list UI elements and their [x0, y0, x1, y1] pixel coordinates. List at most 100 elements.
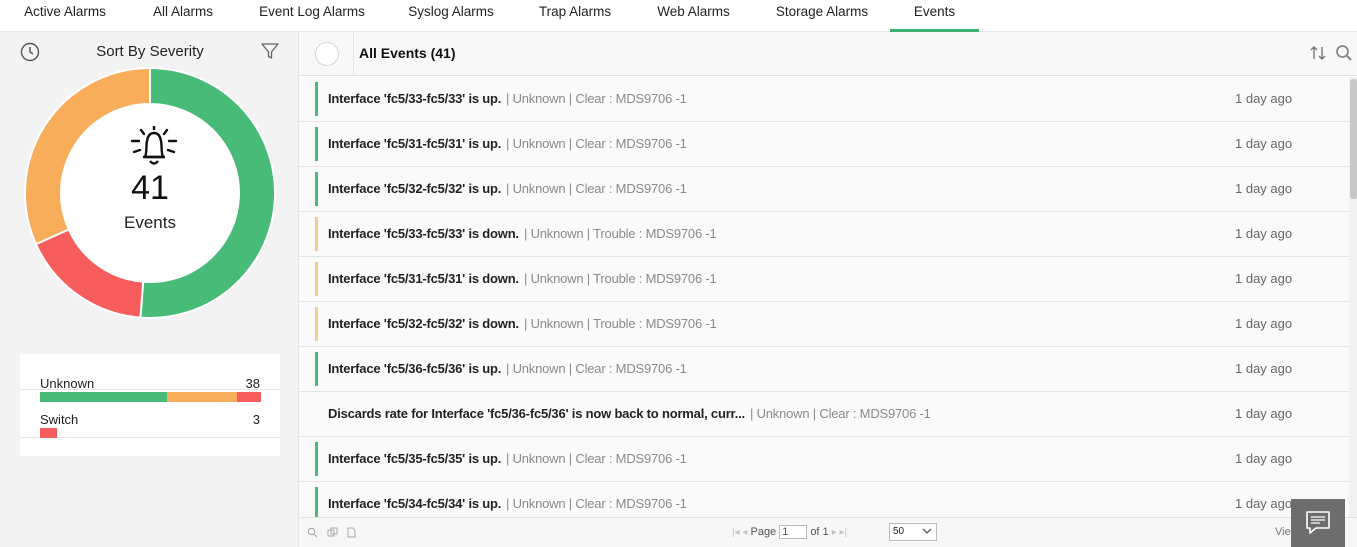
tab-syslog-alarms[interactable]: Syslog Alarms [407, 0, 495, 32]
event-meta: | Unknown | Clear : MDS9706 -1 [750, 406, 931, 421]
severity-indicator [315, 397, 318, 431]
category-count: 38 [245, 376, 260, 391]
event-message[interactable]: Interface 'fc5/33-fc5/33' is down. [328, 226, 519, 241]
event-meta: | Unknown | Clear : MDS9706 -1 [506, 496, 687, 511]
category-severity-list: Unknown 38 Switch 3 [20, 354, 280, 456]
tab-active-alarms[interactable]: Active Alarms [22, 0, 108, 32]
event-meta: | Unknown | Clear : MDS9706 -1 [506, 91, 687, 106]
event-message[interactable]: Interface 'fc5/36-fc5/36' is up. [328, 361, 501, 376]
event-row[interactable]: Interface 'fc5/32-fc5/32' is down. | Unkn… [299, 302, 1349, 347]
severity-indicator [315, 217, 318, 251]
copy-icon[interactable] [327, 527, 338, 538]
bar-segment-clear [40, 392, 167, 402]
event-time: 1 day ago [1235, 91, 1293, 106]
search-small-icon[interactable] [307, 527, 318, 538]
event-message[interactable]: Interface 'fc5/32-fc5/32' is up. [328, 181, 501, 196]
event-row[interactable]: Discards rate for Interface 'fc5/36-fc5/… [299, 392, 1349, 437]
pager: |◂ ◂ Page 1 of 1 ▸ ▸| [732, 525, 847, 539]
severity-indicator [315, 442, 318, 476]
sort-icon[interactable] [1309, 44, 1327, 62]
tab-events[interactable]: Events [890, 0, 979, 32]
clock-icon[interactable] [20, 42, 40, 62]
next-last-arrows[interactable]: ▸ ▸| [832, 527, 847, 538]
sort-by-severity-title[interactable]: Sort By Severity [60, 43, 240, 60]
events-header: All Events (41) [299, 32, 1357, 76]
event-meta: | Unknown | Trouble : MDS9706 -1 [524, 226, 717, 241]
chat-icon [1306, 511, 1330, 534]
event-row[interactable]: Interface 'fc5/36-fc5/36' is up. | Unknow… [299, 347, 1349, 392]
event-time: 1 day ago [1235, 361, 1293, 376]
severity-summary-panel: Sort By Severity 41 Events Unknown 38 Sw… [0, 32, 298, 547]
event-time: 1 day ago [1235, 406, 1293, 421]
category-name: Unknown [40, 376, 95, 391]
bar-segment-critical [40, 428, 57, 438]
severity-donut-chart [24, 67, 276, 319]
severity-indicator [315, 352, 318, 386]
event-row[interactable]: Interface 'fc5/32-fc5/32' is up. | Unknow… [299, 167, 1349, 212]
tab-storage-alarms[interactable]: Storage Alarms [775, 0, 869, 32]
category-row-unknown[interactable]: Unknown 38 [20, 354, 280, 402]
chat-button[interactable] [1291, 499, 1345, 547]
severity-indicator [315, 82, 318, 116]
event-time: 1 day ago [1235, 496, 1293, 511]
event-row[interactable]: Interface 'fc5/31-fc5/31' is down. | Unkn… [299, 257, 1349, 302]
events-panel: All Events (41) Interface 'fc5/33-fc5/33… [298, 32, 1357, 547]
events-scrollbar[interactable] [1349, 77, 1357, 517]
tab-trap-alarms[interactable]: Trap Alarms [537, 0, 613, 32]
tab-event-log-alarms[interactable]: Event Log Alarms [259, 0, 365, 32]
per-page-select[interactable]: 50 [889, 523, 937, 541]
event-meta: | Unknown | Clear : MDS9706 -1 [506, 451, 687, 466]
event-message[interactable]: Discards rate for Interface 'fc5/36-fc5/… [328, 406, 745, 421]
event-row[interactable]: Interface 'fc5/31-fc5/31' is up. | Unknow… [299, 122, 1349, 167]
event-message[interactable]: Interface 'fc5/31-fc5/31' is up. [328, 136, 501, 151]
event-time: 1 day ago [1235, 181, 1293, 196]
tab-web-alarms[interactable]: Web Alarms [655, 0, 732, 32]
event-time: 1 day ago [1235, 316, 1293, 331]
filter-icon[interactable] [260, 41, 280, 61]
event-meta: | Unknown | Trouble : MDS9706 -1 [524, 316, 717, 331]
severity-indicator [315, 262, 318, 296]
events-list: Interface 'fc5/33-fc5/33' is up. | Unknow… [299, 77, 1349, 517]
event-message[interactable]: Interface 'fc5/33-fc5/33' is up. [328, 91, 501, 106]
event-meta: | Unknown | Clear : MDS9706 -1 [506, 181, 687, 196]
bar-segment-critical [237, 392, 261, 402]
tab-all-alarms[interactable]: All Alarms [150, 0, 216, 32]
header-divider [353, 32, 354, 76]
event-row[interactable]: Interface 'fc5/33-fc5/33' is down. | Unkn… [299, 212, 1349, 257]
severity-indicator [315, 172, 318, 206]
event-row[interactable]: Interface 'fc5/34-fc5/34' is up. | Unknow… [299, 482, 1349, 517]
event-row[interactable]: Interface 'fc5/35-fc5/35' is up. | Unknow… [299, 437, 1349, 482]
event-message[interactable]: Interface 'fc5/35-fc5/35' is up. [328, 451, 501, 466]
event-message[interactable]: Interface 'fc5/31-fc5/31' is down. [328, 271, 519, 286]
chevron-down-icon [922, 528, 932, 534]
events-title: All Events (41) [359, 45, 456, 61]
per-page-value: 50 [893, 526, 905, 537]
top-tab-bar: Active Alarms All Alarms Event Log Alarm… [0, 0, 1357, 32]
severity-indicator [315, 127, 318, 161]
event-time: 1 day ago [1235, 226, 1293, 241]
event-time: 1 day ago [1235, 136, 1293, 151]
event-meta: | Unknown | Trouble : MDS9706 -1 [524, 271, 717, 286]
view-range-text: Vie [1275, 526, 1291, 538]
category-count: 3 [252, 412, 260, 427]
first-prev-arrows[interactable]: |◂ ◂ [732, 527, 747, 538]
event-message[interactable]: Interface 'fc5/34-fc5/34' is up. [328, 496, 501, 511]
page-label: Page [750, 525, 777, 538]
event-meta: | Unknown | Clear : MDS9706 -1 [506, 361, 687, 376]
bar-segment-trouble [167, 392, 237, 402]
event-meta: | Unknown | Clear : MDS9706 -1 [506, 136, 687, 151]
donut-hole [61, 104, 239, 282]
severity-indicator [315, 307, 318, 341]
severity-indicator [315, 487, 318, 517]
select-all-checkbox[interactable] [315, 42, 339, 66]
event-message[interactable]: Interface 'fc5/32-fc5/32' is down. [328, 316, 519, 331]
scrollbar-thumb[interactable] [1350, 79, 1357, 199]
document-icon[interactable] [346, 527, 357, 538]
event-row[interactable]: Interface 'fc5/33-fc5/33' is up. | Unknow… [299, 77, 1349, 122]
page-number-input[interactable]: 1 [779, 525, 808, 539]
category-row-switch[interactable]: Switch 3 [20, 402, 280, 438]
search-icon[interactable] [1335, 44, 1353, 62]
event-time: 1 day ago [1235, 451, 1293, 466]
category-name: Switch [40, 412, 79, 427]
event-time: 1 day ago [1235, 271, 1293, 286]
